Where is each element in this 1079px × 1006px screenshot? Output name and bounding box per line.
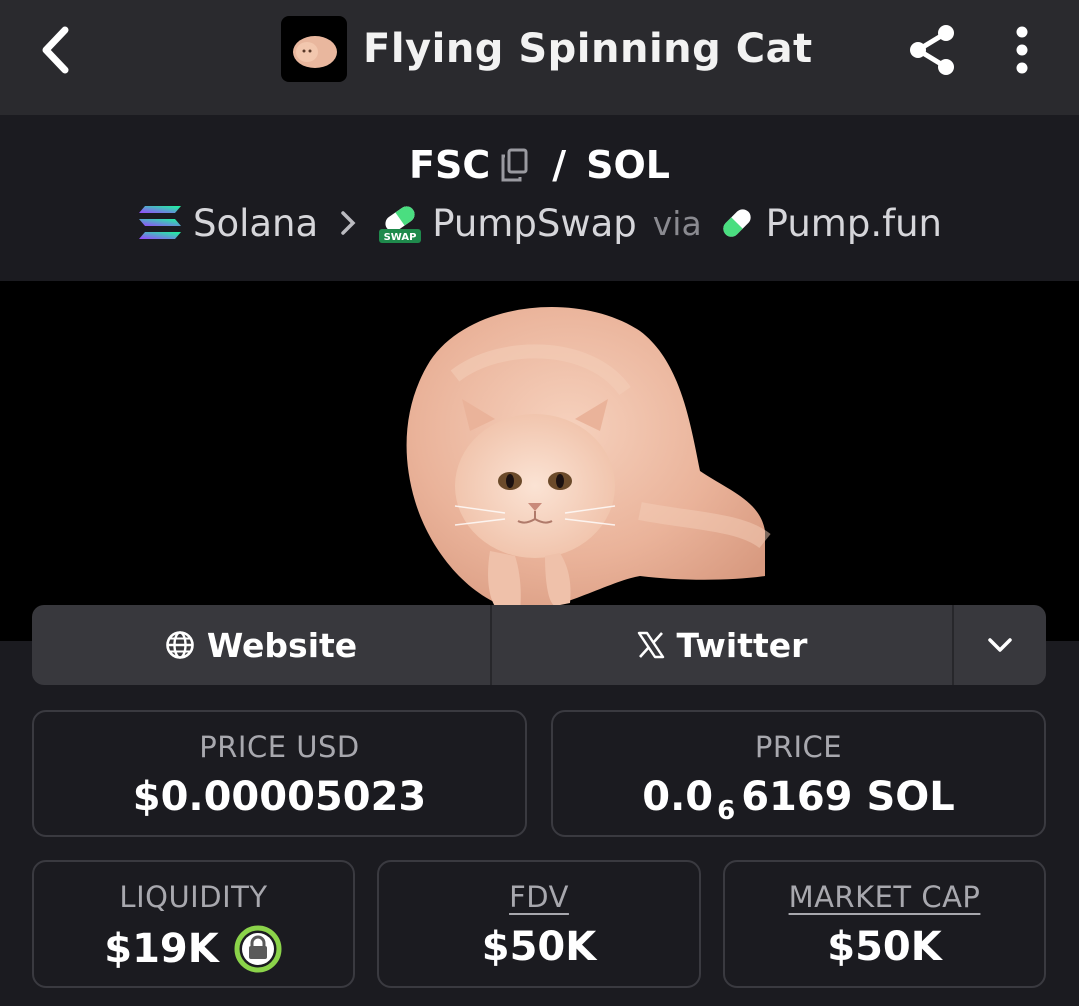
share-button[interactable] [902,20,962,80]
liquidity-card: LIQUIDITY $19K [32,860,355,988]
chevron-down-icon [988,638,1012,652]
globe-icon [165,630,195,660]
website-button[interactable]: Website [32,605,492,685]
fdv-card[interactable]: FDV $50K [377,860,701,988]
pumpswap-icon: SWAP [378,201,422,245]
top-bar: Flying Spinning Cat [0,0,1079,115]
chevron-left-icon [42,26,69,74]
liquidity-value-row: $19K [34,924,353,974]
token-banner-image [0,281,1079,641]
launchpad-name[interactable]: Pump.fun [766,202,942,245]
pair-info: FSC / SOL Solana SWAP PumpSwap via Pump.… [0,115,1079,281]
page-title: Flying Spinning Cat [363,26,813,72]
chevron-right-icon [340,210,356,236]
copy-icon [501,148,528,182]
twitter-label: Twitter [676,625,808,665]
price-usd-label: PRICE USD [199,730,360,764]
base-token: FSC [409,143,491,187]
price-usd-card: PRICE USD $0.00005023 [32,710,527,837]
lock-icon [234,925,282,973]
liquidity-value: $19K [104,926,219,972]
token-avatar [281,16,347,82]
pumpfun-icon [718,204,756,242]
dex-name[interactable]: PumpSwap [432,202,637,245]
svg-text:SWAP: SWAP [384,232,417,243]
fdv-value: $50K [481,924,597,970]
social-links-bar: Website Twitter [32,605,1046,685]
via-label: via [652,203,702,243]
share-icon [910,25,954,75]
more-vertical-icon [1016,26,1028,74]
liquidity-label: LIQUIDITY [119,880,268,914]
pair-separator: / [552,143,567,187]
market-cap-label[interactable]: MARKET CAP [725,880,1044,914]
quote-token: SOL [586,143,670,187]
back-button[interactable] [30,22,80,78]
liquidity-locked-button[interactable] [233,924,283,974]
chain-name[interactable]: Solana [193,202,318,245]
price-native-card: PRICE 0.0 6 6169 SOL [551,710,1046,837]
website-label: Website [206,625,358,665]
x-logo-icon [637,631,665,659]
twitter-button[interactable]: Twitter [492,605,954,685]
price-usd-value: $0.00005023 [132,774,427,820]
market-cap-value: $50K [827,924,942,970]
price-native-suffix: 6169 SOL [741,774,955,820]
price-native-label: PRICE [754,730,843,764]
fdv-label[interactable]: FDV [379,880,699,914]
solana-icon [137,204,183,242]
more-options-button[interactable] [1000,20,1044,80]
chain-breadcrumb: Solana SWAP PumpSwap via Pump.fun [0,201,1079,245]
copy-address-button[interactable] [500,148,528,182]
market-cap-card[interactable]: MARKET CAP $50K [723,860,1046,988]
price-native-prefix: 0.0 [642,774,714,820]
price-native-value: 0.0 6 6169 SOL [553,774,1044,826]
pair-title: FSC / SOL [0,143,1079,187]
price-leading-zeros: 6 [717,796,736,826]
title-group: Flying Spinning Cat [281,16,813,82]
expand-links-button[interactable] [954,605,1046,685]
